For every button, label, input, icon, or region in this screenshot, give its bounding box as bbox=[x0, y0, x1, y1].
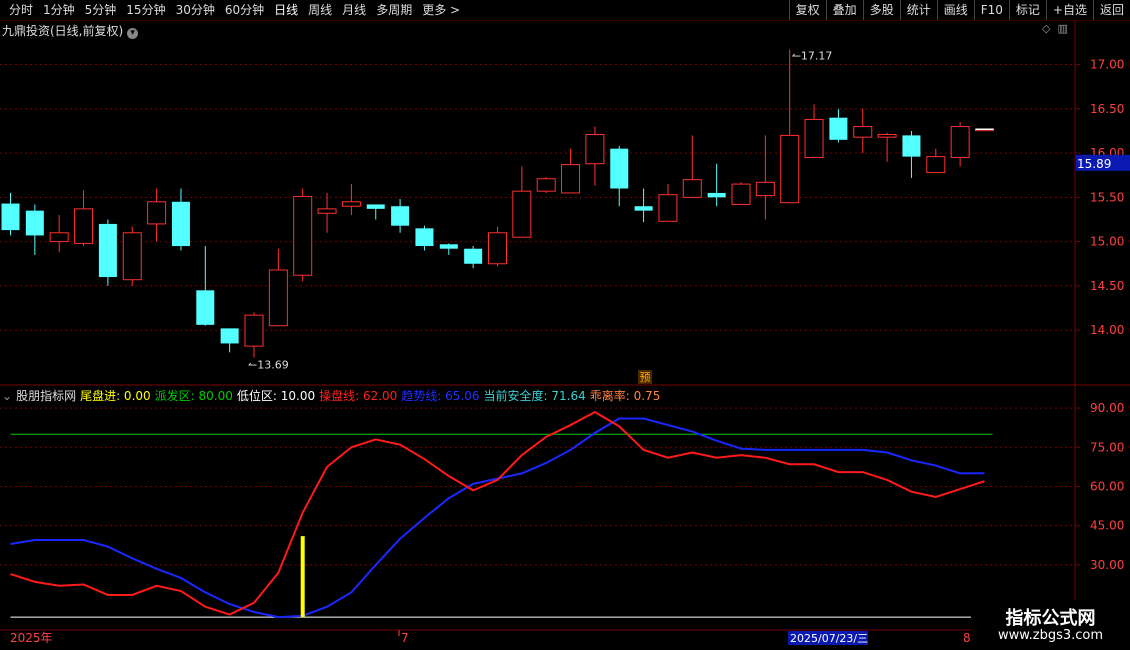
kline-chart[interactable]: 17.0016.5016.0015.5015.0014.5014.0015.89… bbox=[0, 0, 1130, 650]
candle-body bbox=[755, 181, 775, 197]
candle-body bbox=[268, 269, 288, 327]
price-axis-label: 15.00 bbox=[1090, 235, 1124, 249]
indicator-item-3: 操盘线: 62.00 bbox=[319, 389, 398, 403]
candle-body bbox=[196, 290, 215, 325]
price-axis-label: 17.00 bbox=[1090, 58, 1124, 72]
candle-body bbox=[147, 201, 167, 225]
indicator-item-2: 低位区: 10.00 bbox=[236, 389, 316, 403]
candle-body bbox=[341, 201, 361, 207]
candle-body bbox=[25, 210, 44, 236]
date-axis-start: 2025年 bbox=[10, 631, 53, 645]
operate-line bbox=[10, 410, 985, 616]
candle-body bbox=[1, 203, 20, 231]
candle-body bbox=[829, 117, 848, 140]
candle-body bbox=[561, 164, 581, 194]
price-axis-label: 14.50 bbox=[1090, 279, 1124, 293]
trend-line bbox=[10, 417, 985, 619]
chevron-down-icon[interactable]: ⌄ bbox=[2, 389, 12, 403]
candle-body bbox=[731, 183, 751, 205]
candle-body bbox=[98, 223, 117, 278]
low-price-label: ↼13.69 bbox=[248, 359, 289, 372]
high-price-label: ↼17.17 bbox=[792, 50, 833, 63]
candle-body bbox=[585, 134, 605, 165]
candle-body bbox=[366, 204, 385, 209]
candle-body bbox=[391, 206, 410, 226]
candle-body bbox=[464, 248, 483, 264]
candle-body bbox=[439, 244, 458, 249]
candle-body bbox=[317, 208, 337, 214]
indicator-axis-label: 90.00 bbox=[1090, 401, 1124, 415]
candle-body bbox=[902, 135, 921, 157]
indicator-axis-label: 60.00 bbox=[1090, 479, 1124, 493]
candle-body bbox=[682, 179, 702, 198]
watermark: 指标公式网 www.zbgs3.com bbox=[971, 600, 1130, 650]
date-cursor-label: 2025/07/23/三 bbox=[790, 632, 868, 645]
candle-body bbox=[658, 194, 678, 222]
pre-marker: 预 bbox=[640, 371, 651, 384]
indicator-item-1: 派发区: 80.00 bbox=[154, 389, 233, 403]
indicator-legend: ⌄ 股朋指标网 尾盘进: 0.00 派发区: 80.00 低位区: 10.00 操盘线: … bbox=[2, 387, 664, 404]
candle-body bbox=[512, 190, 532, 238]
candle-body bbox=[220, 328, 239, 344]
candle-body bbox=[488, 232, 507, 265]
candle-body bbox=[926, 156, 946, 174]
candle-body bbox=[171, 201, 190, 247]
candle-body bbox=[610, 148, 629, 189]
indicator-axis-label: 45.00 bbox=[1090, 519, 1124, 533]
watermark-title: 指标公式网 bbox=[1005, 608, 1096, 629]
indicator-axis-label: 30.00 bbox=[1090, 558, 1124, 572]
watermark-url: www.zbgs3.com bbox=[997, 628, 1104, 643]
candle-body bbox=[853, 126, 873, 138]
candle-body bbox=[122, 232, 142, 281]
candle-body bbox=[415, 228, 434, 247]
candle-body bbox=[804, 118, 824, 159]
price-axis-label: 15.50 bbox=[1090, 190, 1124, 204]
indicator-axis-label: 75.00 bbox=[1090, 440, 1124, 454]
candle-body bbox=[950, 126, 970, 159]
indicator-item-5: 当前安全度: 71.64 bbox=[483, 389, 586, 403]
candle-body bbox=[49, 232, 69, 243]
indicator-name[interactable]: 股朋指标网 bbox=[16, 389, 76, 403]
indicator-item-4: 趋势线: 65.06 bbox=[401, 389, 480, 403]
candle-body bbox=[244, 314, 264, 347]
price-axis-label: 16.50 bbox=[1090, 102, 1124, 116]
candle-body bbox=[536, 178, 556, 192]
candle-body bbox=[634, 206, 653, 211]
candle-body bbox=[877, 134, 897, 138]
candle-body bbox=[780, 134, 800, 204]
current-price-label: 15.89 bbox=[1077, 157, 1111, 171]
indicator-item-0: 尾盘进: 0.00 bbox=[80, 389, 151, 403]
date-axis-end: 8 bbox=[963, 631, 971, 645]
candle-body bbox=[707, 192, 726, 198]
indicator-item-6: 乖离率: 0.75 bbox=[589, 389, 661, 403]
price-axis-label: 14.00 bbox=[1090, 323, 1124, 337]
candle-body bbox=[74, 208, 94, 244]
candle-body bbox=[293, 195, 313, 276]
date-axis-mid: 7 bbox=[401, 631, 409, 645]
